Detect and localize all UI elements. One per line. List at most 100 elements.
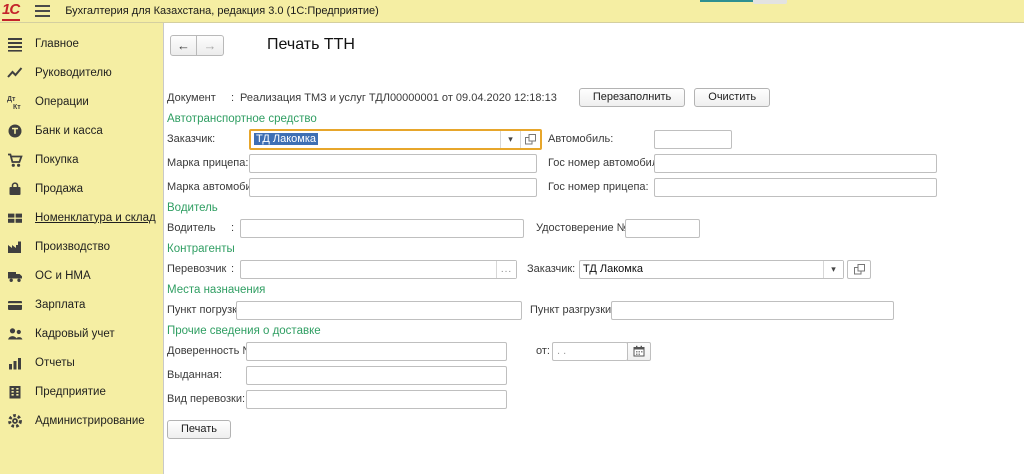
chevron-down-icon: ▾: [508, 134, 513, 145]
trailer-brand-input[interactable]: [249, 154, 537, 173]
top-bar: 1С Бухгалтерия для Казахстана, редакция …: [0, 0, 1024, 23]
people-icon: [7, 326, 23, 342]
document-label: Документ: [167, 92, 231, 104]
sidebar-item-prodazha[interactable]: Продажа: [0, 174, 163, 203]
history-nav: ← →: [170, 35, 224, 56]
cart-icon: [7, 152, 23, 168]
open-button[interactable]: [847, 260, 871, 279]
screen-artifact-gray: [753, 0, 787, 4]
sidebar-item-pokupka[interactable]: Покупка: [0, 145, 163, 174]
sidebar-item-nomenklatura-i-sklad[interactable]: Номенклатура и склад: [0, 203, 163, 232]
refill-button[interactable]: Перезаполнить: [579, 88, 685, 107]
row-customer-car: Заказчик: ТД Лакомка ▾ Автомобиль:: [167, 129, 1024, 149]
transport-kind-label: Вид перевозки:: [167, 393, 246, 405]
sidebar-item-glavnoe[interactable]: Главное: [0, 29, 163, 58]
sidebar-item-label: Кадровый учет: [35, 328, 115, 340]
document-link[interactable]: Реализация ТМЗ и услуг ТДЛ00000001 от 09…: [240, 92, 557, 104]
gear-icon: [7, 413, 23, 429]
clear-button[interactable]: Очистить: [694, 88, 770, 107]
bag-icon: [7, 181, 23, 197]
sidebar-item-label: Продажа: [35, 183, 83, 195]
attorney-number-input[interactable]: [246, 342, 507, 361]
car-gov-number-label: Гос номер автомобиля:: [548, 157, 654, 169]
main-menu-icon[interactable]: [35, 5, 50, 17]
attorney-date-label: от:: [536, 345, 552, 357]
sidebar-item-label: Покупка: [35, 154, 78, 166]
trailer-gov-number-input[interactable]: [654, 178, 937, 197]
calendar-button[interactable]: [627, 342, 651, 361]
sidebar-item-zarplata[interactable]: Зарплата: [0, 290, 163, 319]
unloading-point-label: Пункт разгрузки:: [530, 304, 611, 316]
sidebar-item-rukovoditelyu[interactable]: Руководителю: [0, 58, 163, 87]
driver-input[interactable]: [240, 219, 524, 238]
dropdown-button[interactable]: ▾: [500, 131, 520, 148]
page-title: Печать ТТН: [267, 36, 355, 54]
line-chart-icon: [7, 65, 23, 81]
sidebar-item-predpriyatie[interactable]: Предприятие: [0, 377, 163, 406]
sidebar-item-os-i-nma[interactable]: ОС и НМА: [0, 261, 163, 290]
card-icon: [7, 297, 23, 313]
coin-icon: [7, 123, 23, 139]
transport-kind-input[interactable]: [246, 390, 507, 409]
sidebar-item-bank-i-kassa[interactable]: Банк и касса: [0, 116, 163, 145]
row-transport-kind: Вид перевозки:: [167, 389, 1024, 409]
sidebar-item-label: Отчеты: [35, 357, 75, 369]
row-car-brand: Марка автомобиля: Гос номер прицепа:: [167, 177, 1024, 197]
car-input[interactable]: [654, 130, 732, 149]
bar-chart-icon: [7, 355, 23, 371]
dropdown-button[interactable]: ▾: [823, 261, 843, 278]
loading-point-label: Пункт погрузки:: [167, 304, 236, 316]
sidebar-item-label: Зарплата: [35, 299, 85, 311]
issued-by-input[interactable]: [246, 366, 507, 385]
customer2-value: ТД Лакомка: [580, 261, 823, 278]
forward-arrow-icon: →: [204, 38, 217, 53]
attorney-date-input[interactable]: [552, 342, 628, 361]
driver-colon: :: [231, 222, 240, 234]
sidebar-item-label: Предприятие: [35, 386, 106, 398]
open-button[interactable]: [520, 131, 540, 148]
print-button[interactable]: Печать: [167, 420, 231, 439]
building-icon: [7, 384, 23, 400]
sidebar-item-otchety[interactable]: Отчеты: [0, 348, 163, 377]
section-contractors: Контрагенты: [167, 242, 1024, 256]
back-arrow-icon: ←: [177, 38, 190, 53]
forward-button[interactable]: →: [197, 35, 224, 56]
loading-point-input[interactable]: [236, 301, 522, 320]
chevron-down-icon: ▾: [831, 264, 836, 275]
carrier-field[interactable]: ...: [240, 260, 517, 279]
customer-combobox[interactable]: ТД Лакомка ▾: [249, 129, 542, 150]
sidebar-item-administrirovanie[interactable]: Администрирование: [0, 406, 163, 435]
open-link-icon: [525, 134, 536, 145]
row-carrier-customer: Перевозчик : ... Заказчик: ТД Лакомка ▾: [167, 259, 1024, 279]
sidebar-item-label: Номенклатура и склад: [35, 212, 156, 224]
issued-by-label: Выданная:: [167, 369, 246, 381]
license-input[interactable]: [625, 219, 700, 238]
screen-artifact-teal: [700, 0, 753, 2]
factory-icon: [7, 239, 23, 255]
open-link-icon: [854, 264, 865, 275]
customer2-combobox[interactable]: ТД Лакомка ▾: [579, 260, 844, 279]
trailer-brand-label: Марка прицепа:: [167, 157, 249, 169]
1c-logo-icon[interactable]: 1С: [2, 2, 20, 21]
sidebar-item-kadrovyj-uchet[interactable]: Кадровый учет: [0, 319, 163, 348]
back-button[interactable]: ←: [170, 35, 197, 56]
document-row: Документ : Реализация ТМЗ и услуг ТДЛ000…: [167, 88, 1024, 107]
sidebar-item-proizvodstvo[interactable]: Производство: [0, 232, 163, 261]
customer-value: ТД Лакомка: [251, 131, 500, 148]
calendar-icon: [633, 345, 645, 357]
carrier-value: [241, 261, 496, 278]
trailer-gov-number-label: Гос номер прицепа:: [548, 181, 654, 193]
car-gov-number-input[interactable]: [654, 154, 937, 173]
truck-icon: [7, 268, 23, 284]
unloading-point-input[interactable]: [611, 301, 894, 320]
svg-text:Дт: Дт: [7, 96, 16, 103]
row-points: Пункт погрузки: Пункт разгрузки:: [167, 300, 1024, 320]
sidebar-item-operacii[interactable]: ДтКт Операции: [0, 87, 163, 116]
grid-icon: [7, 210, 23, 226]
more-button[interactable]: ...: [496, 261, 516, 278]
driver-label: Водитель: [167, 222, 231, 234]
section-other-delivery-info: Прочие сведения о доставке: [167, 324, 1024, 338]
dt-kt-icon: ДтКт: [7, 94, 23, 110]
app-window: 1С Бухгалтерия для Казахстана, редакция …: [0, 0, 1024, 474]
car-brand-input[interactable]: [249, 178, 537, 197]
